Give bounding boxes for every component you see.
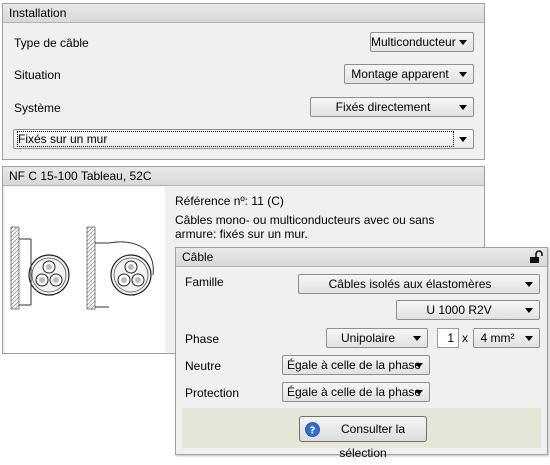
systeme-label: Système: [14, 101, 61, 115]
cable-type-select[interactable]: Multiconducteur: [370, 32, 474, 52]
neutre-label: Neutre: [185, 359, 222, 373]
phase-count-input[interactable]: 1: [437, 328, 459, 348]
multiply-sign: x: [462, 331, 468, 345]
detail-select[interactable]: Fixés sur un mur: [13, 129, 474, 149]
phase-label: Phase: [185, 332, 220, 346]
consult-selection-button[interactable]: ? Consulter la sélection: [299, 416, 427, 460]
systeme-select[interactable]: Fixés directement: [310, 97, 474, 117]
neutre-select[interactable]: Égale à celle de la phase: [282, 355, 430, 375]
chevron-down-icon: [525, 308, 533, 313]
svg-text:?: ?: [310, 426, 316, 437]
phase-select[interactable]: Unipolaire: [326, 328, 428, 348]
unlock-icon[interactable]: [529, 250, 543, 264]
chevron-down-icon: [413, 336, 421, 341]
cable-type-label: Type de câble: [14, 36, 89, 50]
cable-type-code-select[interactable]: U 1000 R2V: [396, 300, 540, 320]
installation-panel: Installation Type de câble Multiconducte…: [2, 3, 485, 160]
chevron-down-icon: [415, 390, 423, 395]
situation-select[interactable]: Montage apparent: [344, 64, 474, 84]
chevron-down-icon: [459, 40, 467, 45]
action-bar: ? Consulter la sélection: [182, 408, 541, 460]
chevron-down-icon: [525, 336, 533, 341]
chevron-down-icon: [459, 137, 467, 142]
cable-diagram-icon: [10, 226, 154, 310]
reference-text: Référence nº: 11 (C): [175, 194, 284, 208]
description-text: Câbles mono- ou multiconducteurs avec ou…: [175, 213, 435, 241]
norm-header: NF C 15-100 Tableau, 52C: [3, 167, 484, 186]
protection-select[interactable]: Égale à celle de la phase: [282, 382, 430, 402]
chevron-down-icon: [459, 72, 467, 77]
famille-select[interactable]: Câbles isolés aux élastomères: [298, 274, 540, 294]
chevron-down-icon: [415, 363, 423, 368]
cable-header: Câble: [176, 248, 547, 267]
chevron-down-icon: [459, 105, 467, 110]
chevron-down-icon: [525, 282, 533, 287]
cable-panel: Câble Famille Câbles isolés aux élastomè…: [175, 247, 548, 460]
installation-header: Installation: [3, 4, 484, 23]
protection-label: Protection: [185, 386, 240, 400]
famille-label: Famille: [185, 275, 224, 289]
situation-label: Situation: [14, 68, 61, 82]
section-select[interactable]: 4 mm²: [473, 328, 540, 348]
cable-illustration: [5, 187, 165, 353]
help-icon: ?: [305, 422, 320, 437]
